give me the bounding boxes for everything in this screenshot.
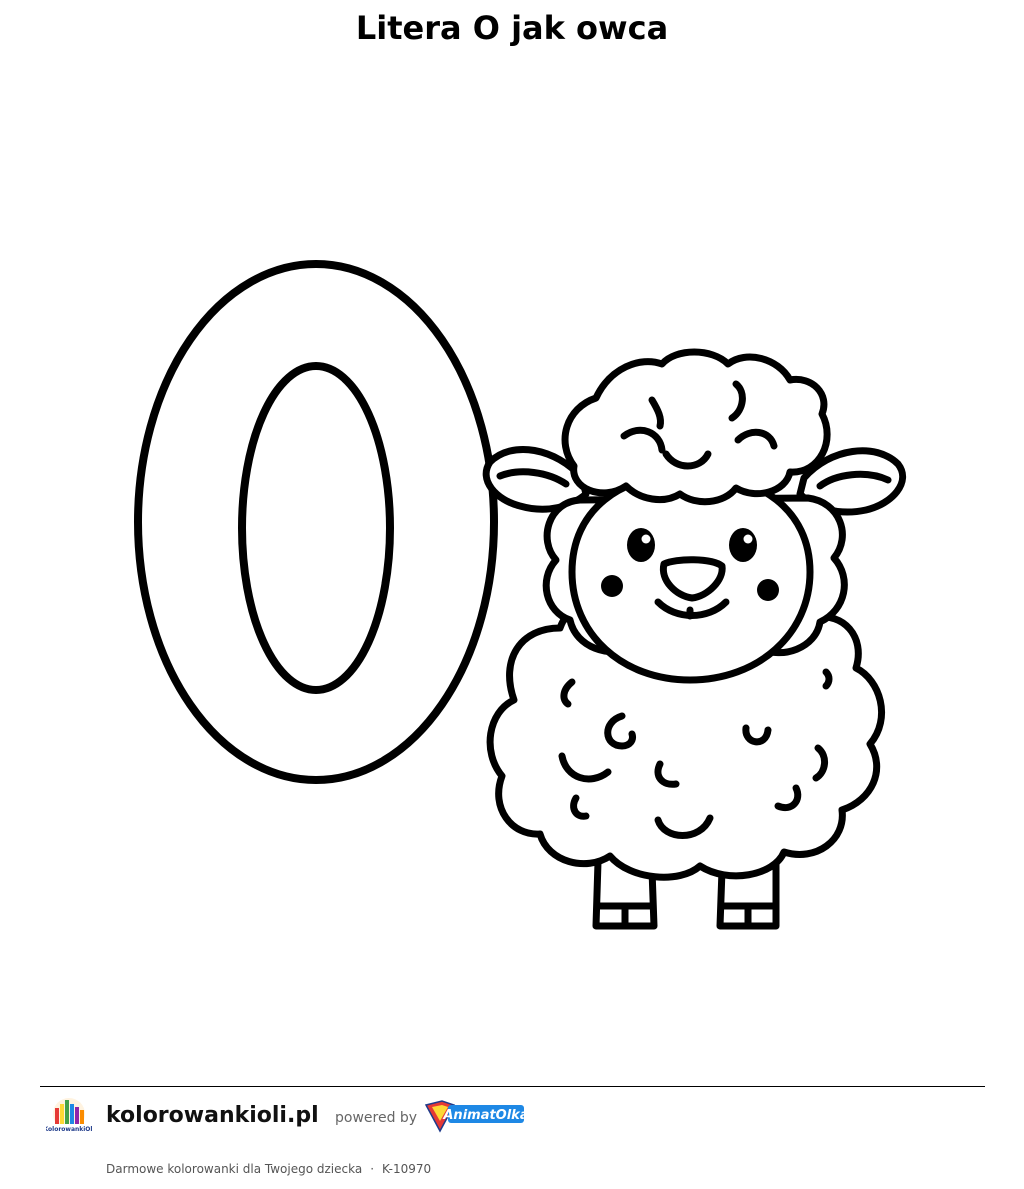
footer-tagline-row: Darmowe kolorowanki dla Twojego dziecka ·… — [106, 1161, 431, 1177]
sheep-top-tuft — [561, 348, 831, 506]
kolorowankioli-logo-icon[interactable]: KolorowankiOli — [46, 1094, 92, 1138]
powered-by-label: powered by — [335, 1110, 418, 1126]
footer-code: K-10970 — [382, 1162, 432, 1176]
footer-separator: · — [370, 1162, 375, 1176]
coloring-illustration — [134, 260, 907, 930]
letter-o-outline — [134, 260, 498, 784]
site-name[interactable]: kolorowankioli.pl — [106, 1102, 319, 1130]
page-title: Litera O jak owca — [355, 9, 669, 47]
svg-text:KolorowankiOli: KolorowankiOli — [46, 1126, 92, 1133]
footer-divider — [40, 1086, 985, 1087]
svg-text:AnimatOlka: AnimatOlka — [442, 1108, 526, 1123]
sheep-drawing — [482, 348, 907, 930]
animatolka-logo-icon[interactable]: AnimatOlka — [424, 1097, 526, 1135]
footer-tagline: Darmowe kolorowanki dla Twojego dziecka — [106, 1162, 363, 1176]
